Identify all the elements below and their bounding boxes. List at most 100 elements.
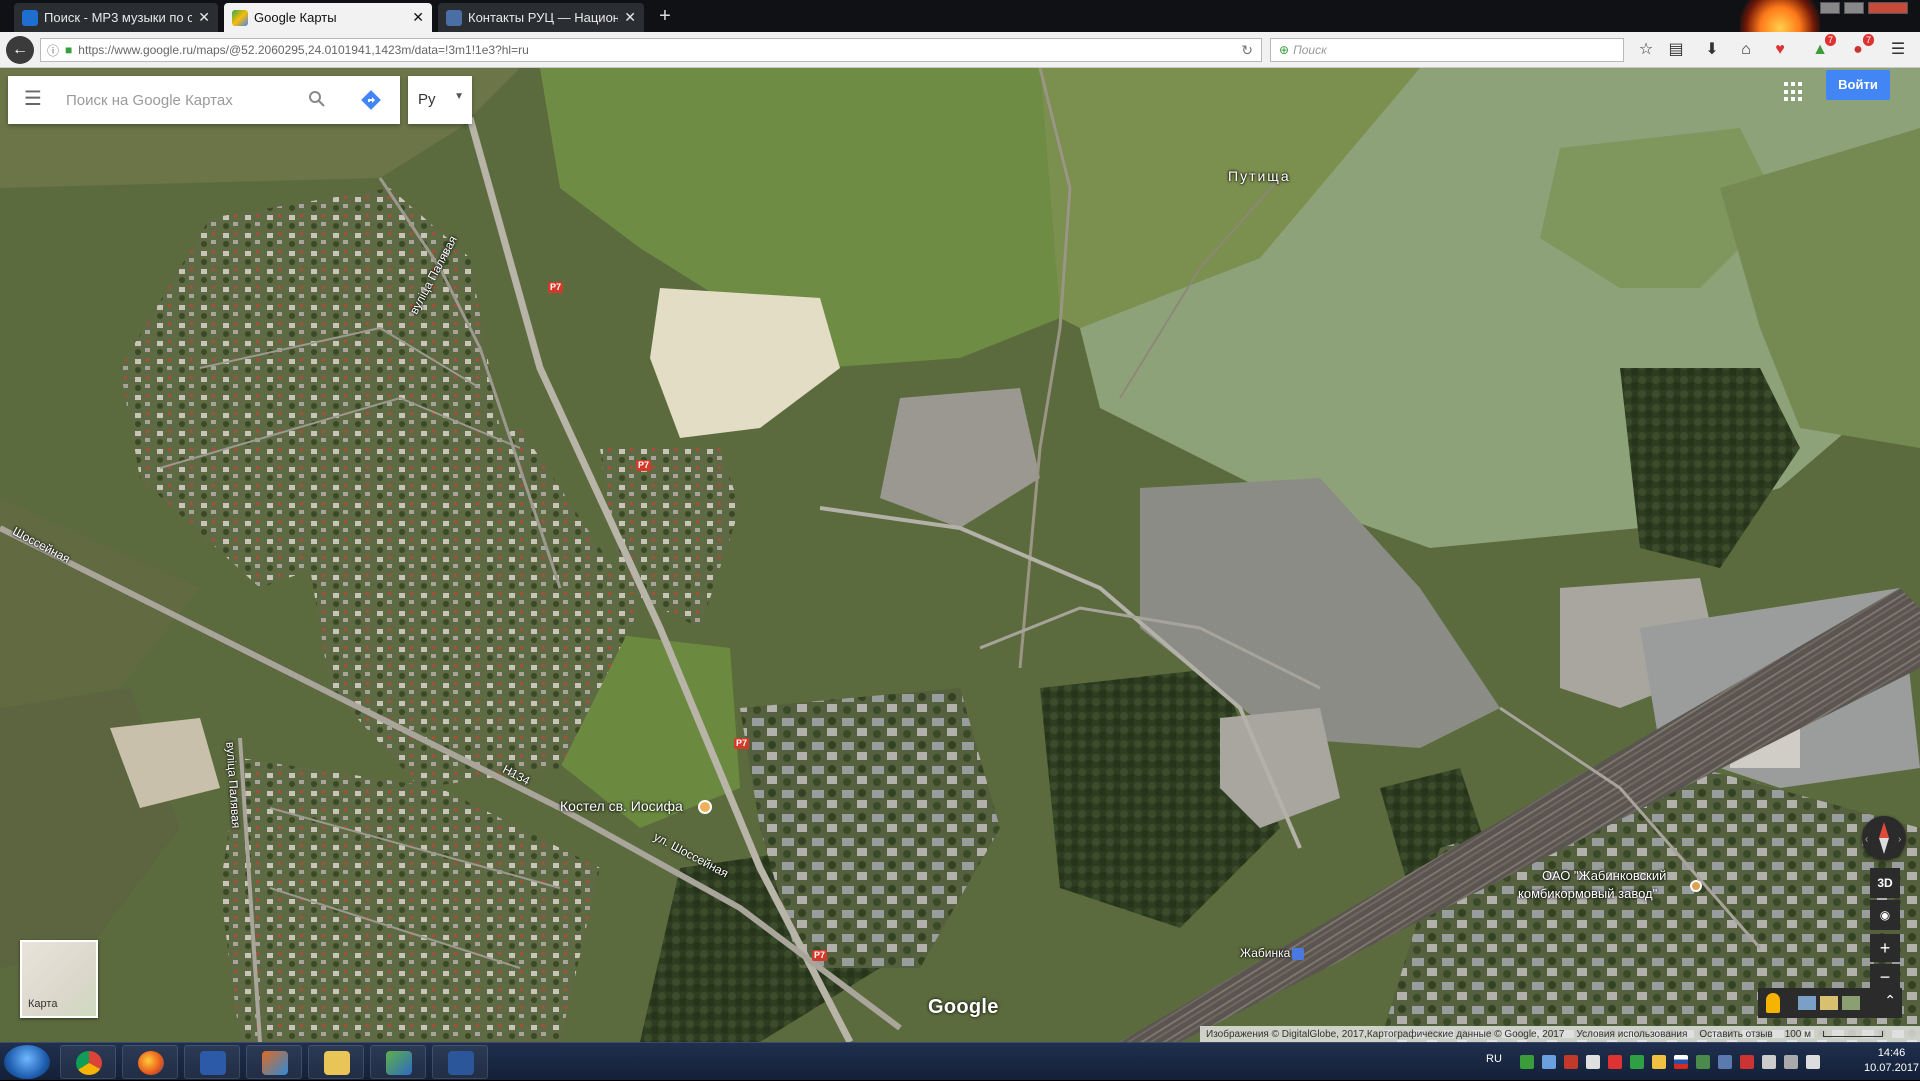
page-favicon-icon — [446, 9, 462, 26]
hamburger-menu-icon[interactable]: ☰ — [24, 89, 44, 110]
volume-icon[interactable] — [1762, 1055, 1776, 1069]
language-select[interactable]: Ру ▼ — [408, 76, 472, 124]
close-icon[interactable]: ✕ — [624, 9, 636, 26]
taskbar-app-word[interactable] — [432, 1045, 488, 1079]
url-text[interactable]: https://www.google.ru/maps/@52.2060295,2… — [78, 43, 529, 57]
map-type-switcher[interactable]: Карта — [20, 940, 98, 1018]
map-type-label: Карта — [28, 998, 58, 1010]
addon-icon[interactable]: ▲ 7 — [1808, 34, 1836, 62]
home-icon[interactable]: ⌂ — [1734, 38, 1758, 62]
search-placeholder: Поиск — [1293, 43, 1327, 57]
info-icon[interactable]: ⓘ — [47, 42, 59, 59]
start-menu-button[interactable] — [4, 1045, 50, 1079]
place-label-station[interactable]: Жабинка — [1240, 946, 1290, 960]
sign-in-button[interactable]: Войти — [1826, 70, 1890, 100]
train-station-icon[interactable] — [1292, 948, 1304, 960]
place-label-factory-line1[interactable]: ОАО "Жабинковский — [1542, 868, 1666, 883]
chevron-down-icon: ▼ — [454, 91, 464, 102]
feedback-link[interactable]: Оставить отзыв — [1699, 1029, 1772, 1040]
tray-app-icon[interactable] — [1696, 1055, 1710, 1069]
star-icon[interactable]: ☆ — [1634, 38, 1658, 62]
search-icon[interactable] — [308, 90, 328, 110]
tray-app-icon[interactable] — [1740, 1055, 1754, 1069]
browser-search-field[interactable]: ⊕ Поиск — [1270, 38, 1624, 62]
road-shield-p7: Р7 — [734, 738, 750, 749]
factory-pin-icon[interactable] — [1690, 880, 1702, 892]
tab-mp3-search[interactable]: Поиск - MP3 музыки по сл ✕ — [14, 3, 218, 32]
compass-icon[interactable]: ‹ › — [1862, 816, 1906, 860]
clock-time: 14:46 — [1877, 1047, 1906, 1059]
windows-taskbar: RU 14:46 10.07.2017 — [0, 1042, 1920, 1080]
taskbar-app-chrome[interactable] — [60, 1045, 116, 1079]
road-shield-p7: Р7 — [548, 282, 564, 293]
close-icon[interactable]: ✕ — [412, 9, 424, 26]
tilt-3d-button[interactable]: 3D — [1870, 868, 1900, 898]
tray-app-icon[interactable] — [1520, 1055, 1534, 1069]
taskbar-app-save[interactable] — [184, 1045, 240, 1079]
badge: 7 — [1824, 34, 1836, 46]
photo-thumbnail[interactable] — [1798, 996, 1816, 1010]
map-viewport[interactable]: ☰ Ру ▼ Войти Путища Костел св. Иосифа ОА… — [0, 68, 1920, 1042]
url-bar[interactable]: ⓘ ■ https://www.google.ru/maps/@52.20602… — [40, 38, 1262, 62]
tab-contacts[interactable]: Контакты РУЦ — Национал ✕ — [438, 3, 644, 32]
tray-app-icon[interactable] — [1652, 1055, 1666, 1069]
photo-thumbnail[interactable] — [1820, 996, 1838, 1010]
russian-flag-icon[interactable] — [1674, 1055, 1688, 1069]
floppy-disk-icon — [200, 1051, 226, 1075]
taskbar-app-firefox[interactable] — [122, 1045, 178, 1079]
attribution-bar: Изображения © DigitalGlobe, 2017,Картогр… — [1200, 1026, 1920, 1042]
browser-tab-bar: Поиск - MP3 музыки по сл ✕ Google Карты … — [0, 0, 1920, 70]
menu-icon[interactable]: ☰ — [1886, 38, 1910, 62]
my-location-icon[interactable]: ◉ — [1870, 900, 1900, 930]
scale-bar — [1823, 1031, 1884, 1037]
chevron-up-icon[interactable]: ⌃ — [1884, 992, 1896, 1009]
photo-strip: ⌃ — [1758, 988, 1902, 1018]
photo-thumbnail[interactable] — [1842, 996, 1860, 1010]
search-engine-icon: ⊕ — [1279, 43, 1290, 57]
svg-text:›: › — [1898, 834, 1901, 845]
back-arrow-icon[interactable]: ← — [6, 36, 34, 64]
road-shield-p7: Р7 — [812, 950, 828, 961]
taskbar-app-explorer[interactable] — [308, 1045, 364, 1079]
apps-grid-icon[interactable] — [1784, 82, 1804, 102]
system-clock[interactable]: 14:46 10.07.2017 — [1864, 1046, 1919, 1076]
pegman-icon[interactable] — [1766, 993, 1780, 1013]
close-icon[interactable]: ✕ — [198, 9, 210, 26]
download-icon[interactable]: ⬇ — [1700, 38, 1724, 62]
lock-icon: ■ — [65, 43, 73, 57]
addon-icon[interactable]: ● 7 — [1846, 34, 1874, 62]
language-indicator[interactable]: RU — [1486, 1053, 1502, 1065]
place-label-factory-line2[interactable]: комбикормовый завод" — [1518, 886, 1657, 901]
firefox-icon — [138, 1051, 164, 1075]
maps-search-panel: ☰ — [8, 76, 400, 124]
maps-search-input[interactable] — [66, 76, 296, 124]
minimize-button[interactable] — [1820, 2, 1840, 14]
svg-text:‹: ‹ — [1865, 834, 1868, 845]
taskbar-app-network[interactable] — [370, 1045, 426, 1079]
tray-app-icon[interactable] — [1608, 1055, 1622, 1069]
reload-icon[interactable]: ↻ — [1241, 42, 1253, 59]
search-favicon-icon — [22, 9, 38, 26]
network-status-icon[interactable] — [1784, 1055, 1798, 1069]
tray-app-icon[interactable] — [1564, 1055, 1578, 1069]
taskbar-app-launcher[interactable] — [246, 1045, 302, 1079]
tray-app-icon[interactable] — [1542, 1055, 1556, 1069]
network-icon — [386, 1051, 412, 1075]
tray-app-icon[interactable] — [1630, 1055, 1644, 1069]
reading-list-icon[interactable]: ▤ — [1664, 38, 1688, 62]
close-window-button[interactable] — [1868, 2, 1908, 14]
maximize-button[interactable] — [1844, 2, 1864, 14]
place-label-church[interactable]: Костел св. Иосифа — [560, 798, 683, 814]
tray-app-icon[interactable] — [1718, 1055, 1732, 1069]
tray-app-icon[interactable] — [1586, 1055, 1600, 1069]
action-center-icon[interactable] — [1806, 1055, 1820, 1069]
directions-icon[interactable] — [360, 89, 382, 111]
pocket-icon[interactable]: ♥ — [1768, 38, 1792, 62]
church-pin-icon[interactable] — [698, 800, 712, 814]
zoom-in-button[interactable]: + — [1870, 934, 1900, 962]
language-value: Ру — [418, 91, 436, 108]
place-label-village[interactable]: Путища — [1228, 168, 1291, 184]
tab-google-maps[interactable]: Google Карты ✕ — [224, 3, 432, 32]
terms-link[interactable]: Условия использования — [1576, 1029, 1687, 1040]
new-tab-button[interactable]: + — [652, 3, 678, 29]
